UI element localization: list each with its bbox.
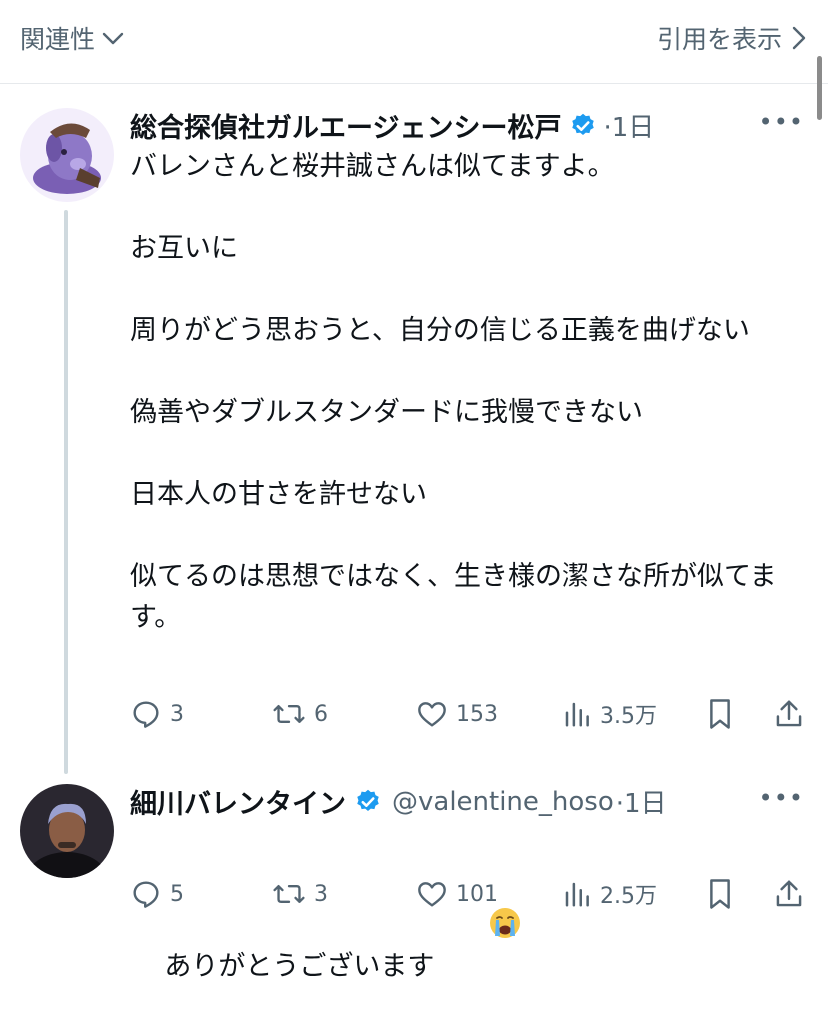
- repost-button[interactable]: 6: [272, 698, 328, 730]
- bookmark-icon: [710, 879, 730, 909]
- post-text: バレンさんと桜井誠さんは似てますよ。 お互いに 周りがどう思おうと、自分の信じる…: [130, 151, 777, 633]
- post-text-container: ありがとうございます: [130, 824, 798, 1034]
- reply-count: 5: [170, 881, 184, 907]
- post-actions: 5 3 101 2.5万: [130, 878, 810, 918]
- post-text: ありがとうございます: [164, 951, 435, 982]
- bookmark-icon: [710, 699, 730, 729]
- more-options-icon[interactable]: •••: [759, 108, 804, 136]
- post[interactable]: 細川バレンタイン @valentine_hoso ·1日 ••• ありがとうござ…: [0, 760, 828, 982]
- reply-icon: [133, 881, 159, 908]
- views-button[interactable]: 2.5万: [562, 878, 657, 910]
- verified-badge-icon: [569, 112, 597, 140]
- post-timestamp[interactable]: ·1日: [616, 783, 667, 820]
- share-icon: [776, 700, 802, 727]
- heart-icon: [418, 702, 446, 727]
- share-icon: [776, 880, 802, 907]
- reply-button[interactable]: 3: [130, 698, 184, 730]
- reply-count: 3: [170, 701, 184, 727]
- like-button[interactable]: 101: [416, 878, 498, 910]
- like-button[interactable]: 153: [416, 698, 498, 730]
- views-chart-icon: [565, 882, 589, 907]
- heart-icon: [418, 882, 446, 907]
- bookmark-button[interactable]: [706, 698, 734, 730]
- share-button[interactable]: [774, 698, 804, 730]
- repost-count: 6: [314, 701, 328, 727]
- verified-badge-icon: [354, 788, 382, 816]
- view-count: 2.5万: [600, 884, 657, 909]
- repost-button[interactable]: 3: [272, 878, 328, 910]
- like-count: 101: [456, 881, 498, 907]
- user-handle[interactable]: @valentine_hoso: [392, 787, 614, 817]
- more-options-icon[interactable]: •••: [759, 784, 804, 812]
- reply-button[interactable]: 5: [130, 878, 184, 910]
- repost-icon: [273, 704, 305, 724]
- like-count: 153: [456, 701, 498, 727]
- post-actions: 3 6 153 3.5万: [130, 698, 810, 738]
- display-name[interactable]: 細川バレンタイン: [130, 782, 346, 821]
- repost-icon: [273, 884, 305, 904]
- bookmark-button[interactable]: [706, 878, 734, 910]
- views-chart-icon: [565, 702, 589, 727]
- post[interactable]: 総合探偵社ガルエージェンシー松戸 ·1日 ••• バレンさんと桜井誠さんは似てま…: [0, 0, 828, 760]
- views-button[interactable]: 3.5万: [562, 698, 657, 730]
- share-button[interactable]: [774, 878, 804, 910]
- display-name[interactable]: 総合探偵社ガルエージェンシー松戸: [130, 106, 561, 145]
- post-timestamp[interactable]: ·1日: [603, 107, 654, 144]
- reply-icon: [133, 701, 159, 728]
- view-count: 3.5万: [600, 704, 657, 729]
- repost-count: 3: [314, 881, 328, 907]
